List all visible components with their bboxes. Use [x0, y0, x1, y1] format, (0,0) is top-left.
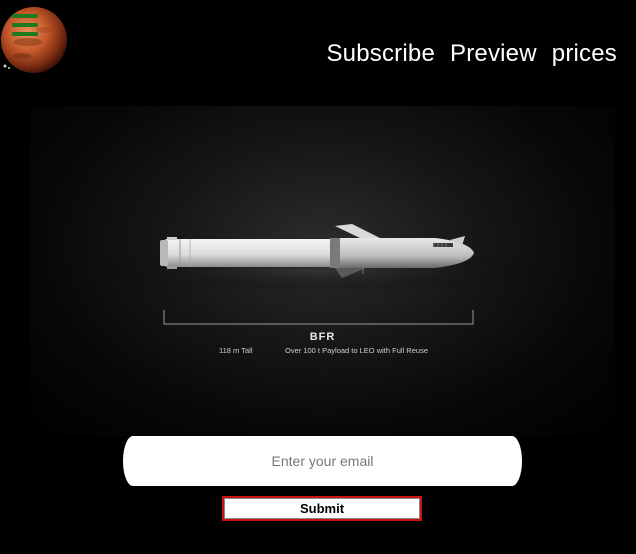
hamburger-menu-icon[interactable] — [12, 14, 38, 36]
submit-button[interactable]: Submit — [222, 496, 422, 521]
bfr-rocket-image — [80, 224, 560, 325]
bfr-payload-spec: Over 100 t Payload to LEO with Full Reus… — [285, 346, 428, 355]
nav-prices[interactable]: prices — [552, 40, 617, 68]
nav-preview[interactable]: Preview — [450, 40, 537, 68]
top-nav: Subscribe Preview prices — [326, 40, 617, 68]
menu-bar — [12, 23, 38, 27]
mars-planet-icon — [1, 7, 67, 73]
bfr-title: BFR — [309, 331, 336, 343]
email-input[interactable] — [123, 436, 522, 486]
menu-bar — [12, 14, 38, 18]
bfr-hero-image: BFR 118 m Tall Over 100 t Payload to LEO… — [30, 106, 615, 436]
nav-subscribe[interactable]: Subscribe — [326, 40, 435, 68]
menu-bar — [12, 32, 38, 36]
bfr-height-spec: 118 m Tall — [219, 346, 253, 355]
mars-logo[interactable] — [0, 2, 70, 73]
